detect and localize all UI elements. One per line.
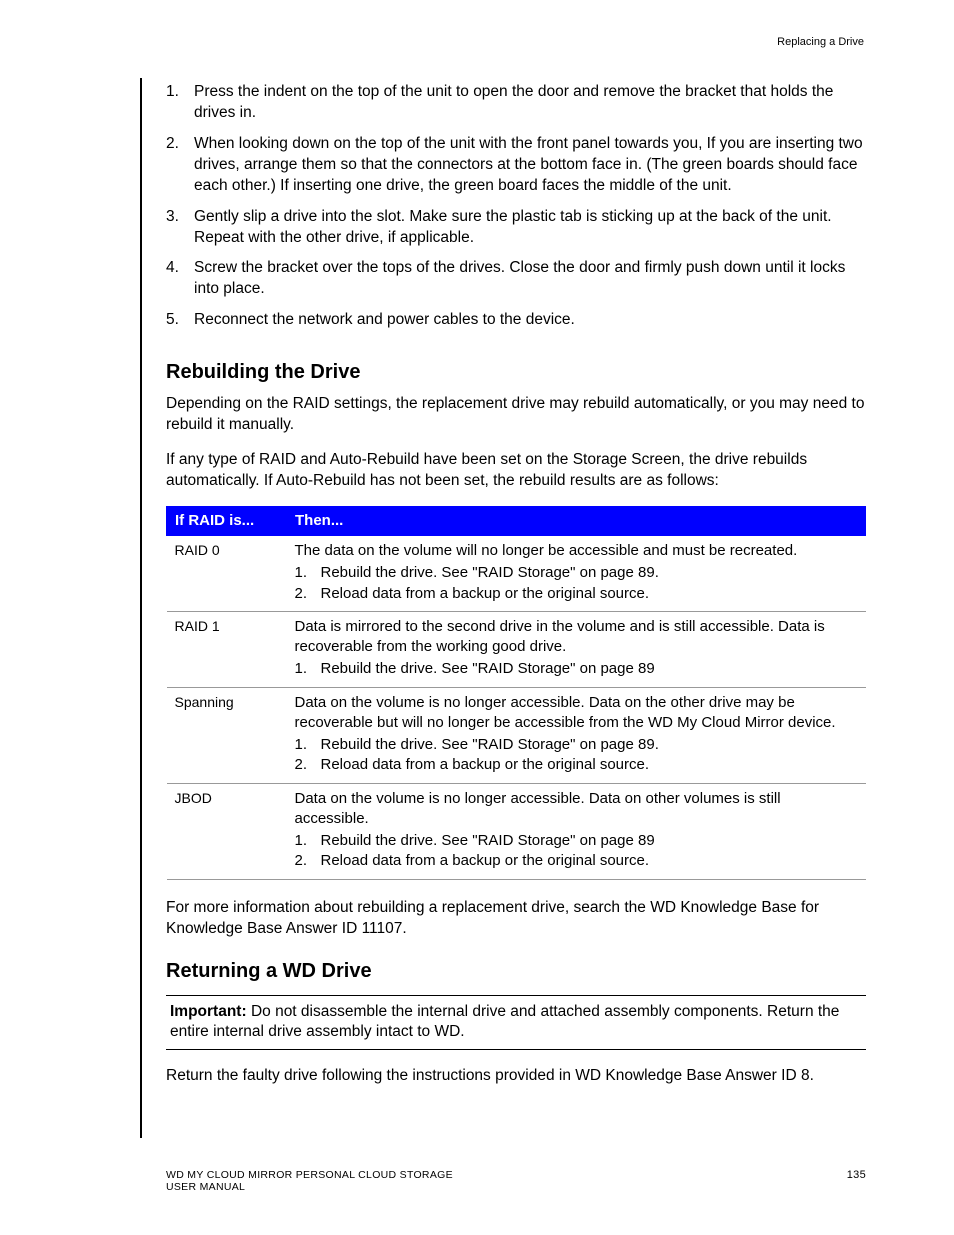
list-item: 2.Reload data from a backup or the origi… (295, 755, 858, 775)
list-item: 1.Rebuild the drive. See "RAID Storage" … (295, 563, 858, 583)
page-header-label: Replacing a Drive (777, 36, 864, 48)
raid-results-table: If RAID is... Then... RAID 0 The data on … (166, 506, 866, 880)
list-number: 1. (295, 735, 321, 755)
table-row: RAID 1Data is mirrored to the second dri… (167, 611, 866, 687)
list-number: 1. (295, 563, 321, 583)
list-number: 2. (295, 584, 321, 604)
table-cell-then: Data on the volume is no longer accessib… (287, 783, 866, 879)
paragraph: Depending on the RAID settings, the repl… (166, 394, 866, 436)
list-text: Rebuild the drive. See "RAID Storage" on… (321, 659, 858, 679)
table-cell-raid: JBOD (167, 783, 287, 879)
list-item: 1. Press the indent on the top of the un… (166, 82, 866, 124)
list-item: 5. Reconnect the network and power cable… (166, 310, 866, 331)
list-number: 1. (166, 82, 194, 124)
table-header-raid: If RAID is... (167, 506, 287, 535)
list-item: 2.Reload data from a backup or the origi… (295, 584, 858, 604)
paragraph: For more information about rebuilding a … (166, 898, 866, 940)
table-cell-raid: RAID 1 (167, 611, 287, 687)
list-text: Rebuild the drive. See "RAID Storage" on… (321, 563, 858, 583)
list-text: Reload data from a backup or the origina… (321, 755, 858, 775)
paragraph: If any type of RAID and Auto-Rebuild hav… (166, 450, 866, 492)
important-callout: Important: Do not disassemble the intern… (166, 995, 866, 1051)
list-text: Rebuild the drive. See "RAID Storage" on… (321, 735, 858, 755)
insertion-steps-list: 1. Press the indent on the top of the un… (166, 82, 866, 331)
list-text: Screw the bracket over the tops of the d… (194, 258, 866, 300)
list-item: 1.Rebuild the drive. See "RAID Storage" … (295, 659, 858, 679)
table-cell-intro: Data is mirrored to the second drive in … (295, 617, 858, 658)
list-number: 2. (166, 134, 194, 197)
table-cell-intro: The data on the volume will no longer be… (295, 541, 858, 561)
list-text: Gently slip a drive into the slot. Make … (194, 207, 866, 249)
table-row: JBODData on the volume is no longer acce… (167, 783, 866, 879)
table-cell-then: Data on the volume is no longer accessib… (287, 687, 866, 783)
table-cell-intro: Data on the volume is no longer accessib… (295, 789, 858, 830)
list-text: Press the indent on the top of the unit … (194, 82, 866, 124)
nested-list: 1.Rebuild the drive. See "RAID Storage" … (295, 735, 858, 776)
nested-list: 1.Rebuild the drive. See "RAID Storage" … (295, 659, 858, 679)
list-text: When looking down on the top of the unit… (194, 134, 866, 197)
section-heading-rebuilding: Rebuilding the Drive (166, 359, 866, 386)
page-number: 135 (847, 1169, 866, 1193)
list-item: 3. Gently slip a drive into the slot. Ma… (166, 207, 866, 249)
important-label: Important: (170, 1003, 247, 1020)
list-item: 2.Reload data from a backup or the origi… (295, 851, 858, 871)
list-text: Rebuild the drive. See "RAID Storage" on… (321, 831, 858, 851)
list-number: 4. (166, 258, 194, 300)
table-row: SpanningData on the volume is no longer … (167, 687, 866, 783)
list-number: 3. (166, 207, 194, 249)
list-number: 5. (166, 310, 194, 331)
table-cell-intro: Data on the volume is no longer accessib… (295, 693, 858, 734)
nested-list: 1.Rebuild the drive. See "RAID Storage" … (295, 831, 858, 872)
footer-manual: USER MANUAL (166, 1181, 453, 1193)
list-text: Reconnect the network and power cables t… (194, 310, 866, 331)
list-item: 1.Rebuild the drive. See "RAID Storage" … (295, 831, 858, 851)
table-cell-raid: Spanning (167, 687, 287, 783)
list-item: 1.Rebuild the drive. See "RAID Storage" … (295, 735, 858, 755)
footer-product: WD MY CLOUD MIRROR PERSONAL CLOUD STORAG… (166, 1169, 453, 1181)
table-cell-then: The data on the volume will no longer be… (287, 536, 866, 612)
section-heading-returning: Returning a WD Drive (166, 958, 866, 985)
list-number: 1. (295, 831, 321, 851)
nested-list: 1.Rebuild the drive. See "RAID Storage" … (295, 563, 858, 604)
list-item: 4. Screw the bracket over the tops of th… (166, 258, 866, 300)
important-text: Do not disassemble the internal drive an… (170, 1003, 839, 1041)
list-text: Reload data from a backup or the origina… (321, 851, 858, 871)
list-text: Reload data from a backup or the origina… (321, 584, 858, 604)
vertical-rule (140, 78, 142, 1138)
list-number: 1. (295, 659, 321, 679)
table-cell-raid: RAID 0 (167, 536, 287, 612)
paragraph: Return the faulty drive following the in… (166, 1066, 866, 1087)
list-item: 2. When looking down on the top of the u… (166, 134, 866, 197)
list-number: 2. (295, 755, 321, 775)
table-header-then: Then... (287, 506, 866, 535)
list-number: 2. (295, 851, 321, 871)
page-content: 1. Press the indent on the top of the un… (166, 82, 866, 1101)
table-row: RAID 0 The data on the volume will no lon… (167, 536, 866, 612)
page-footer: WD MY CLOUD MIRROR PERSONAL CLOUD STORAG… (166, 1169, 866, 1193)
table-cell-then: Data is mirrored to the second drive in … (287, 611, 866, 687)
